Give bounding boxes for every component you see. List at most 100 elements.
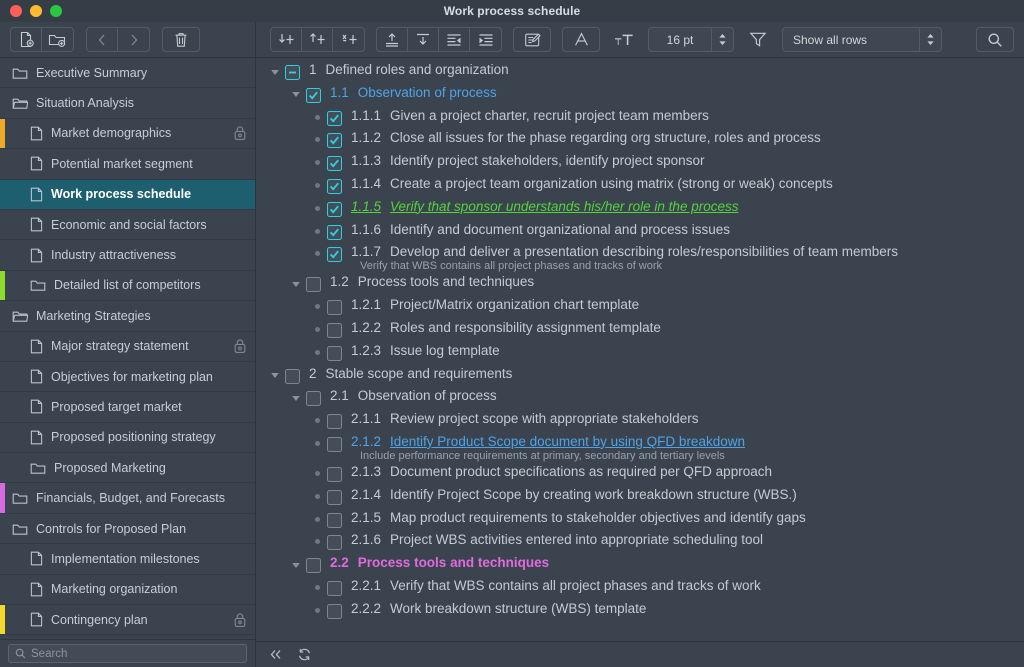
double-chevron-left-icon[interactable] (268, 648, 283, 661)
row-checkbox[interactable] (306, 277, 321, 293)
outline-row[interactable]: 2.1.4 Identify Project Scope by creating … (256, 485, 1024, 508)
outline-row[interactable]: 2.1 Observation of process (256, 386, 1024, 409)
row-checkbox[interactable] (285, 65, 300, 80)
indent-button[interactable] (470, 28, 501, 51)
row-checkbox[interactable] (327, 224, 342, 240)
font-size-stepper[interactable] (711, 28, 733, 51)
row-checkbox[interactable] (327, 322, 342, 338)
outline-row[interactable]: 1.1.5 Verify that sponsor understands his… (256, 197, 1024, 220)
sidebar-item[interactable]: Work process schedule (0, 179, 255, 210)
row-checkbox[interactable] (327, 133, 342, 149)
sidebar-item[interactable]: Potential market segment (0, 149, 255, 180)
sidebar-item[interactable]: Industry attractiveness (0, 240, 255, 271)
row-filter-field[interactable]: Show all rows (782, 27, 942, 52)
font-style-button[interactable] (562, 27, 600, 52)
disclosure-triangle-icon[interactable] (266, 62, 284, 81)
lock-icon[interactable] (233, 125, 247, 141)
row-checkbox[interactable] (327, 178, 342, 194)
sidebar-item[interactable]: Financials, Budget, and Forecasts (0, 483, 255, 514)
outline-row[interactable]: 1.1.7 Develop and deliver a presentation … (256, 242, 1024, 272)
forward-button[interactable] (118, 28, 149, 51)
add-row-below-button[interactable] (271, 28, 302, 51)
sidebar-item[interactable]: Controls for Proposed Plan (0, 514, 255, 545)
new-document-button[interactable] (11, 28, 42, 51)
outdent-button[interactable] (439, 28, 470, 51)
row-checkbox[interactable] (327, 603, 342, 619)
outline-row[interactable]: 2.1.5 Map product requirements to stakeho… (256, 508, 1024, 531)
funnel-icon[interactable] (745, 27, 771, 52)
outline-row[interactable]: 2.2.2 Work breakdown structure (WBS) temp… (256, 599, 1024, 622)
row-checkbox[interactable] (306, 558, 321, 574)
refresh-icon[interactable] (297, 647, 312, 662)
new-folder-button[interactable] (42, 28, 73, 51)
sidebar-list[interactable]: Executive Summary Situation Analysis Marke… (0, 58, 255, 639)
delete-button[interactable] (162, 27, 200, 52)
minimize-window-button[interactable] (30, 5, 42, 17)
row-checkbox[interactable] (327, 580, 342, 596)
outline-row[interactable]: 1.1.1 Given a project charter, recruit pr… (256, 106, 1024, 129)
sidebar-item[interactable]: Proposed positioning strategy (0, 423, 255, 454)
row-checkbox[interactable] (327, 247, 342, 263)
close-window-button[interactable] (10, 5, 22, 17)
row-checkbox[interactable] (327, 466, 342, 482)
add-child-row-button[interactable] (333, 28, 364, 51)
zoom-window-button[interactable] (50, 5, 62, 17)
row-checkbox[interactable] (327, 436, 342, 452)
outline-rows[interactable]: 1 Defined roles and organization 1.1 Observ… (256, 58, 1024, 641)
outline-row[interactable]: 1.2.1 Project/Matrix organization chart t… (256, 295, 1024, 318)
disclosure-triangle-icon[interactable] (287, 388, 305, 407)
sidebar-item[interactable]: Implementation milestones (0, 544, 255, 575)
outline-row[interactable]: 2.1.2 Identify Product Scope document by … (256, 432, 1024, 462)
disclosure-triangle-icon[interactable] (287, 274, 305, 293)
outline-row[interactable]: 1.1 Observation of process (256, 83, 1024, 106)
sidebar-item[interactable]: Economic and social factors (0, 210, 255, 241)
move-row-down-button[interactable] (408, 28, 439, 51)
search-input[interactable]: Search (8, 644, 247, 663)
edit-note-button[interactable] (513, 27, 551, 52)
outline-row[interactable]: 2.1.1 Review project scope with appropria… (256, 409, 1024, 432)
sidebar-item[interactable]: Marketing organization (0, 575, 255, 606)
row-checkbox[interactable] (327, 156, 342, 172)
outline-row[interactable]: 2.1.6 Project WBS activities entered into… (256, 530, 1024, 553)
outline-row[interactable]: 1 Defined roles and organization (256, 60, 1024, 83)
toolbar-search-button[interactable] (976, 27, 1014, 52)
move-row-up-button[interactable] (377, 28, 408, 51)
sidebar-item[interactable]: Executive Summary (0, 58, 255, 89)
row-checkbox[interactable] (327, 535, 342, 551)
sidebar-item[interactable]: Detailed list of competitors (0, 270, 255, 302)
font-size-field[interactable]: 16 pt (648, 27, 734, 52)
outline-row[interactable]: 1.1.2 Close all issues for the phase rega… (256, 128, 1024, 151)
row-checkbox[interactable] (327, 489, 342, 505)
row-checkbox[interactable] (327, 512, 342, 528)
row-checkbox[interactable] (327, 300, 342, 316)
sidebar-item[interactable]: Market demographics (0, 118, 255, 150)
row-checkbox[interactable] (327, 414, 342, 430)
outline-row[interactable]: 1.2 Process tools and techniques (256, 272, 1024, 295)
outline-row[interactable]: 1.1.4 Create a project team organization … (256, 174, 1024, 197)
sidebar-item[interactable]: Marketing Strategies (0, 301, 255, 332)
disclosure-triangle-icon[interactable] (266, 366, 284, 385)
row-checkbox[interactable] (327, 201, 342, 217)
row-filter-stepper[interactable] (919, 28, 941, 51)
sidebar-item[interactable]: Objectives for marketing plan (0, 362, 255, 393)
sidebar-item[interactable]: Proposed Marketing (0, 453, 255, 484)
row-checkbox[interactable] (327, 345, 342, 361)
row-checkbox[interactable] (306, 391, 321, 407)
sidebar-item[interactable]: Proposed target market (0, 392, 255, 423)
back-button[interactable] (87, 28, 118, 51)
outline-row[interactable]: 1.1.6 Identify and document organizationa… (256, 220, 1024, 243)
disclosure-triangle-icon[interactable] (287, 555, 305, 574)
lock-icon[interactable] (233, 612, 247, 628)
sidebar-item[interactable]: Situation Analysis (0, 88, 255, 119)
outline-row[interactable]: 1.1.3 Identify project stakeholders, iden… (256, 151, 1024, 174)
sidebar-item[interactable]: Contingency plan (0, 605, 255, 636)
outline-row[interactable]: 1.2.3 Issue log template (256, 341, 1024, 364)
row-checkbox[interactable] (306, 87, 321, 103)
disclosure-triangle-icon[interactable] (287, 85, 305, 104)
outline-row[interactable]: 2.1.3 Document product specifications as … (256, 462, 1024, 485)
lock-icon[interactable] (233, 338, 247, 354)
outline-row[interactable]: 2 Stable scope and requirements (256, 364, 1024, 387)
outline-row[interactable]: 1.2.2 Roles and responsibility assignment… (256, 318, 1024, 341)
sidebar-item[interactable]: Major strategy statement (0, 332, 255, 362)
add-row-above-button[interactable] (302, 28, 333, 51)
